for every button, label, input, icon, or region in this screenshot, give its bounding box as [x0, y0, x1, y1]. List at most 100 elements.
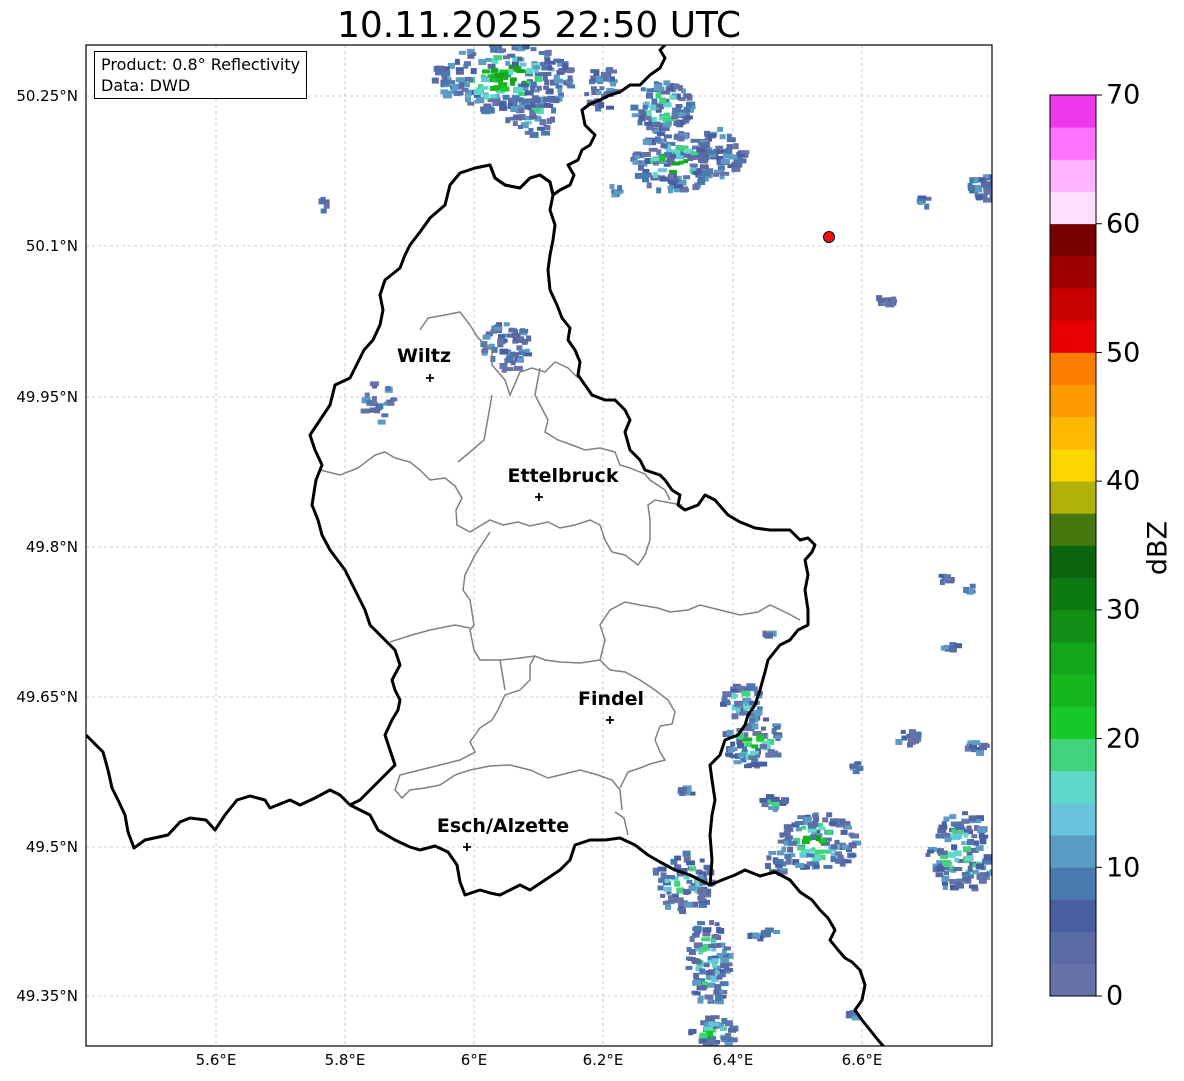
- radar-echo: [703, 963, 710, 968]
- colorbar-segment: [1050, 416, 1096, 450]
- colorbar-segment: [1050, 738, 1096, 772]
- radar-echo: [766, 795, 775, 800]
- radar-echo: [823, 864, 833, 869]
- radar-echo: [935, 872, 944, 878]
- radar-echo: [715, 996, 722, 1002]
- radar-echo: [522, 98, 531, 104]
- radar-echo: [702, 927, 712, 933]
- radar-echo: [714, 970, 720, 975]
- radar-echo: [721, 1017, 728, 1024]
- radar-echo: [693, 925, 702, 932]
- radar-echo: [686, 946, 692, 952]
- colorbar-segment: [1050, 320, 1096, 353]
- radar-echo: [723, 946, 731, 951]
- radar-echo: [716, 975, 723, 980]
- radar-echo: [953, 867, 963, 871]
- radar-echo: [954, 643, 963, 649]
- radar-echo: [967, 839, 974, 845]
- radar-echo: [708, 943, 716, 948]
- radar-echo: [750, 762, 760, 768]
- radar-echo: [660, 893, 666, 898]
- radar-echo: [652, 161, 659, 166]
- radar-echo: [651, 98, 658, 105]
- radar-echo: [759, 744, 767, 750]
- radar-echo: [642, 176, 649, 183]
- radar-echo: [524, 130, 533, 135]
- radar-echo: [547, 65, 553, 71]
- radar-echo: [830, 856, 836, 863]
- radar-echo: [814, 849, 824, 855]
- product-info-box: Product: 0.8° Reflectivity Data: DWD: [94, 51, 308, 99]
- radar-echo: [320, 196, 326, 202]
- colorbar-segment: [1050, 931, 1096, 965]
- radar-echo: [482, 108, 491, 115]
- colorbar-segment: [1050, 674, 1096, 707]
- radar-echo: [971, 834, 978, 839]
- radar-echo: [476, 97, 485, 104]
- colorbar-segment: [1050, 963, 1096, 997]
- colorbar-segment: [1050, 545, 1096, 579]
- radar-echo: [962, 876, 971, 882]
- radar-echo: [818, 826, 826, 831]
- radar-echo: [639, 110, 647, 117]
- radar-echo: [828, 821, 837, 826]
- radar-echo: [848, 853, 857, 858]
- radar-echo: [503, 322, 510, 327]
- radar-echo: [840, 859, 846, 865]
- radar-echo: [562, 63, 569, 70]
- radar-echo: [797, 846, 806, 851]
- radar-echo: [675, 155, 685, 160]
- radar-echo: [668, 897, 678, 904]
- radar-echo: [505, 117, 511, 124]
- radar-echo: [728, 1027, 736, 1033]
- radar-map: Wiltz Ettelbruck Findel Esch/Alzette: [85, 44, 1102, 1047]
- radar-echo: [672, 84, 680, 90]
- radar-echo: [656, 149, 662, 156]
- radar-echo: [822, 817, 829, 823]
- lat-label: 49.35°N: [16, 987, 78, 1005]
- radar-echo: [741, 690, 751, 697]
- radar-echo: [731, 692, 736, 699]
- radar-echo: [377, 419, 386, 425]
- radar-echo: [674, 880, 681, 887]
- radar-echo: [650, 104, 657, 111]
- radar-echo: [726, 729, 734, 736]
- radar-echo: [779, 832, 789, 837]
- radar-echo: [678, 787, 687, 794]
- radar-echo: [665, 903, 671, 910]
- radar-echo: [530, 47, 537, 52]
- colorbar-segment: [1050, 191, 1096, 225]
- radar-echo: [634, 172, 643, 179]
- radar-echo: [967, 865, 973, 872]
- radar-echo: [648, 93, 654, 99]
- radar-echo: [646, 182, 652, 189]
- radar-echo: [720, 963, 730, 969]
- radar-echo: [483, 103, 492, 108]
- radar-echo: [917, 201, 923, 205]
- lon-label: 6.4°E: [712, 1051, 754, 1069]
- radar-echo: [702, 932, 711, 937]
- radar-echo: [961, 819, 970, 824]
- radar-echo: [675, 145, 683, 150]
- radar-echo: [719, 134, 726, 140]
- radar-echo: [614, 190, 622, 195]
- radar-echo: [597, 78, 604, 83]
- radar-echo: [455, 67, 464, 72]
- radar-echo: [713, 172, 719, 177]
- radar-echo: [499, 348, 509, 355]
- radar-echo: [806, 853, 815, 858]
- radar-echo: [775, 863, 783, 868]
- radar-echo: [826, 812, 833, 818]
- radar-site-marker: [823, 231, 835, 243]
- radar-echo: [751, 744, 759, 749]
- lat-label: 50.1°N: [25, 237, 78, 255]
- radar-echo: [763, 932, 771, 938]
- radar-echo: [944, 574, 951, 580]
- radar-echo: [657, 168, 667, 173]
- radar-echo: [553, 74, 560, 79]
- radar-echo: [664, 879, 670, 884]
- radar-echo: [815, 835, 821, 842]
- radar-echo: [784, 853, 791, 859]
- radar-echo: [731, 166, 741, 172]
- radar-echo: [964, 855, 974, 861]
